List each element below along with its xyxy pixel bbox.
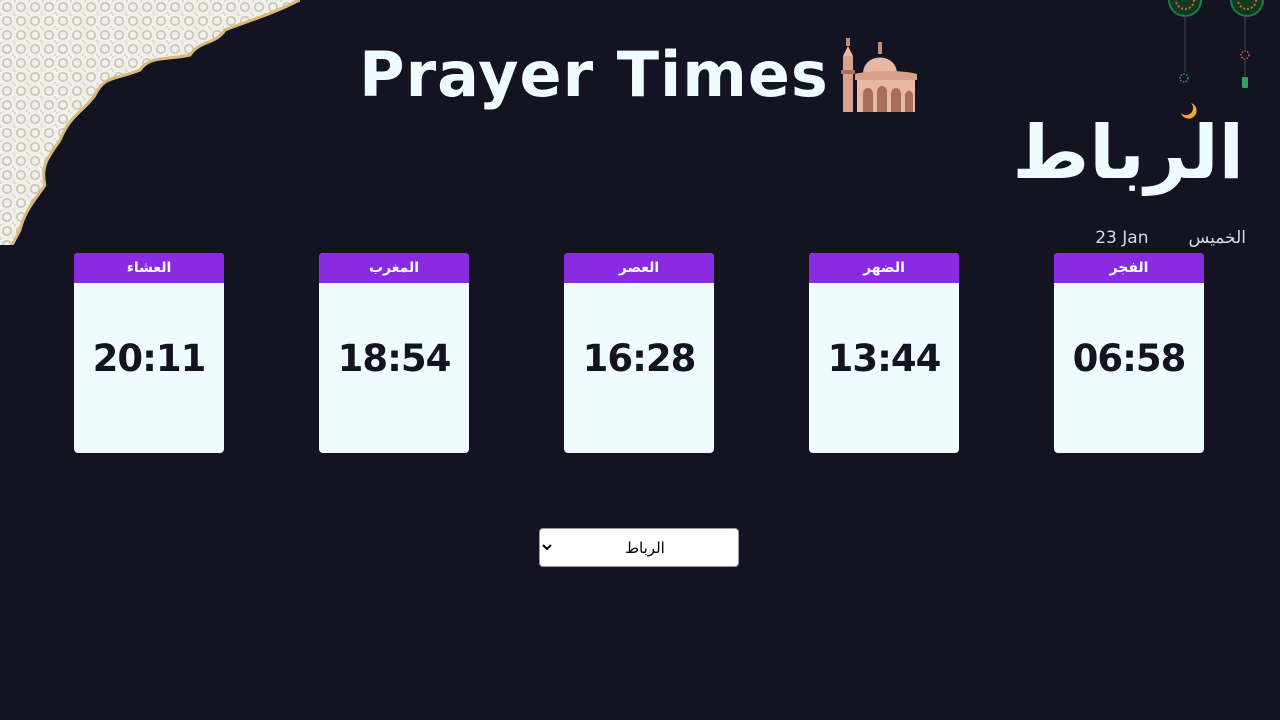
prayer-card-asr: العصر 16:28 <box>564 253 714 453</box>
prayer-time: 13:44 <box>827 336 942 380</box>
prayer-name: الضهر <box>809 253 959 283</box>
prayer-cards: الفجر 06:58 الضهر 13:44 العصر 16:28 المغ… <box>74 253 1204 453</box>
prayer-name: العصر <box>564 253 714 283</box>
prayer-card-fajr: الفجر 06:58 <box>1054 253 1204 453</box>
city-name: الرباط <box>1012 110 1244 196</box>
mosque-icon <box>840 38 917 112</box>
prayer-name: الفجر <box>1054 253 1204 283</box>
prayer-name: المغرب <box>319 253 469 283</box>
date-label: 23 Jan <box>1095 228 1149 248</box>
date-row: الخميس 23 Jan <box>1095 228 1246 248</box>
day-name: الخميس <box>1188 228 1246 248</box>
page-title: Prayer Times <box>359 37 829 111</box>
page-header: Prayer Times <box>0 36 1280 112</box>
prayer-card-isha: العشاء 20:11 <box>74 253 224 453</box>
prayer-time: 18:54 <box>337 336 452 380</box>
prayer-name: العشاء <box>74 253 224 283</box>
prayer-card-maghrib: المغرب 18:54 <box>319 253 469 453</box>
prayer-time: 20:11 <box>92 336 207 380</box>
prayer-card-dhuhr: الضهر 13:44 <box>809 253 959 453</box>
prayer-time: 06:58 <box>1072 336 1187 380</box>
prayer-time: 16:28 <box>582 336 697 380</box>
city-select-wrapper: الرباط <box>539 528 739 567</box>
city-select[interactable]: الرباط <box>539 528 739 567</box>
